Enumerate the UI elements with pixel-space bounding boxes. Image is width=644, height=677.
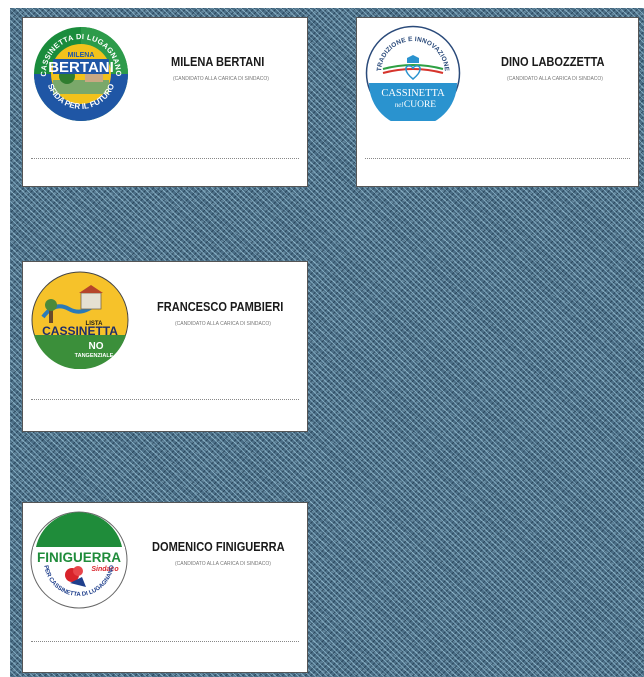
pambieri-logo-sub: TANGENZIALE: [75, 353, 114, 359]
candidate-name: DINO LABOZZETTA: [501, 54, 605, 69]
write-in-line[interactable]: [365, 158, 630, 159]
write-in-line[interactable]: [31, 158, 299, 159]
finiguerra-logo-main: FINIGUERRA: [37, 550, 121, 565]
bertani-logo-small-text: MILENA: [68, 52, 95, 59]
labozzetta-party-logo: TRADIZIONE E INNOVAZIONE CASSINETTA nel …: [365, 25, 461, 121]
bertani-party-logo: CASSINETTA DI LUGAGNANO SFIDA PER IL FUT…: [33, 26, 129, 122]
labozzetta-logo-cuore: CUORE: [404, 100, 436, 110]
candidate-role: (CANDIDATO ALLA CARICA DI SINDACO): [173, 76, 269, 82]
candidate-name: DOMENICO FINIGUERRA: [152, 539, 285, 554]
pambieri-logo-no: NO: [89, 341, 104, 352]
labozzetta-logo-line1: CASSINETTA: [381, 88, 445, 99]
candidate-card-labozzetta[interactable]: TRADIZIONE E INNOVAZIONE CASSINETTA nel …: [356, 17, 639, 187]
candidate-card-bertani[interactable]: CASSINETTA DI LUGAGNANO SFIDA PER IL FUT…: [22, 17, 308, 187]
pambieri-party-logo: LISTA CASSINETTA NO TANGENZIALE: [31, 271, 129, 369]
bertani-logo-main-text: BERTANI: [48, 59, 114, 76]
candidate-card-finiguerra[interactable]: FINIGUERRA Sindaco PER CASSINETTA DI LUG…: [22, 502, 308, 673]
candidate-name: FRANCESCO PAMBIERI: [157, 299, 284, 314]
candidate-name: MILENA BERTANI: [171, 54, 265, 69]
finiguerra-party-logo: FINIGUERRA Sindaco PER CASSINETTA DI LUG…: [30, 511, 128, 609]
candidate-role: (CANDIDATO ALLA CARICA DI SINDACO): [175, 321, 271, 327]
labozzetta-logo-nel: nel: [395, 101, 404, 109]
pambieri-logo-main: CASSINETTA: [42, 324, 118, 338]
candidate-role: (CANDIDATO ALLA CARICA DI SINDACO): [507, 76, 603, 82]
write-in-line[interactable]: [31, 399, 299, 400]
write-in-line[interactable]: [31, 641, 299, 642]
candidate-card-pambieri[interactable]: LISTA CASSINETTA NO TANGENZIALE FRANCESC…: [22, 261, 308, 432]
candidate-role: (CANDIDATO ALLA CARICA DI SINDACO): [175, 561, 271, 567]
